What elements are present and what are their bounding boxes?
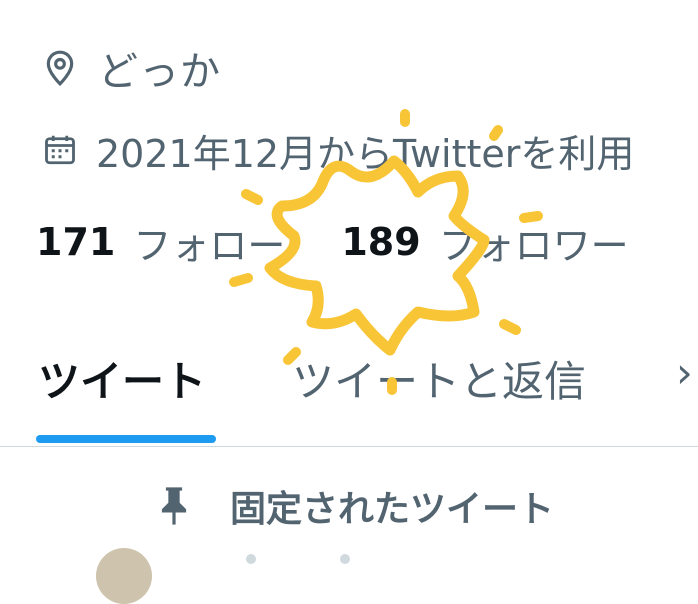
profile-joined-date: 2021年12月からTwitterを利用: [40, 122, 634, 178]
tab-tweets-and-replies-label: ツイートと返信: [292, 357, 587, 406]
partial-content: [340, 554, 350, 564]
following-count: 171: [36, 220, 116, 264]
calendar-icon: [40, 130, 80, 170]
divider: [0, 446, 698, 447]
pinned-tweet-header: 固定されたツイート: [154, 478, 554, 534]
profile-tabs: ツイート ツイートと返信 ›: [0, 340, 698, 448]
location-text: どっか: [98, 49, 221, 95]
following-label: フォロー: [133, 223, 286, 268]
followers-count: 189: [341, 220, 421, 264]
location-pin-icon: [40, 48, 80, 88]
following-link[interactable]: 171 フォロー: [36, 215, 285, 270]
follow-stats: 171 フォロー 189 フォロワー: [36, 214, 629, 270]
avatar[interactable]: [96, 548, 152, 604]
profile-location: どっか: [40, 40, 221, 96]
chevron-right-icon: ›: [676, 348, 693, 397]
active-tab-indicator: [36, 435, 216, 443]
joined-text: 2021年12月からTwitterを利用: [96, 131, 635, 176]
partial-content: [246, 554, 256, 564]
pin-icon: [154, 484, 194, 528]
followers-link[interactable]: 189 フォロワー: [341, 215, 628, 270]
tab-tweets-label: ツイート: [38, 357, 207, 406]
followers-label: フォロワー: [438, 223, 629, 268]
pinned-tweet-label: 固定されたツイート: [230, 489, 555, 530]
